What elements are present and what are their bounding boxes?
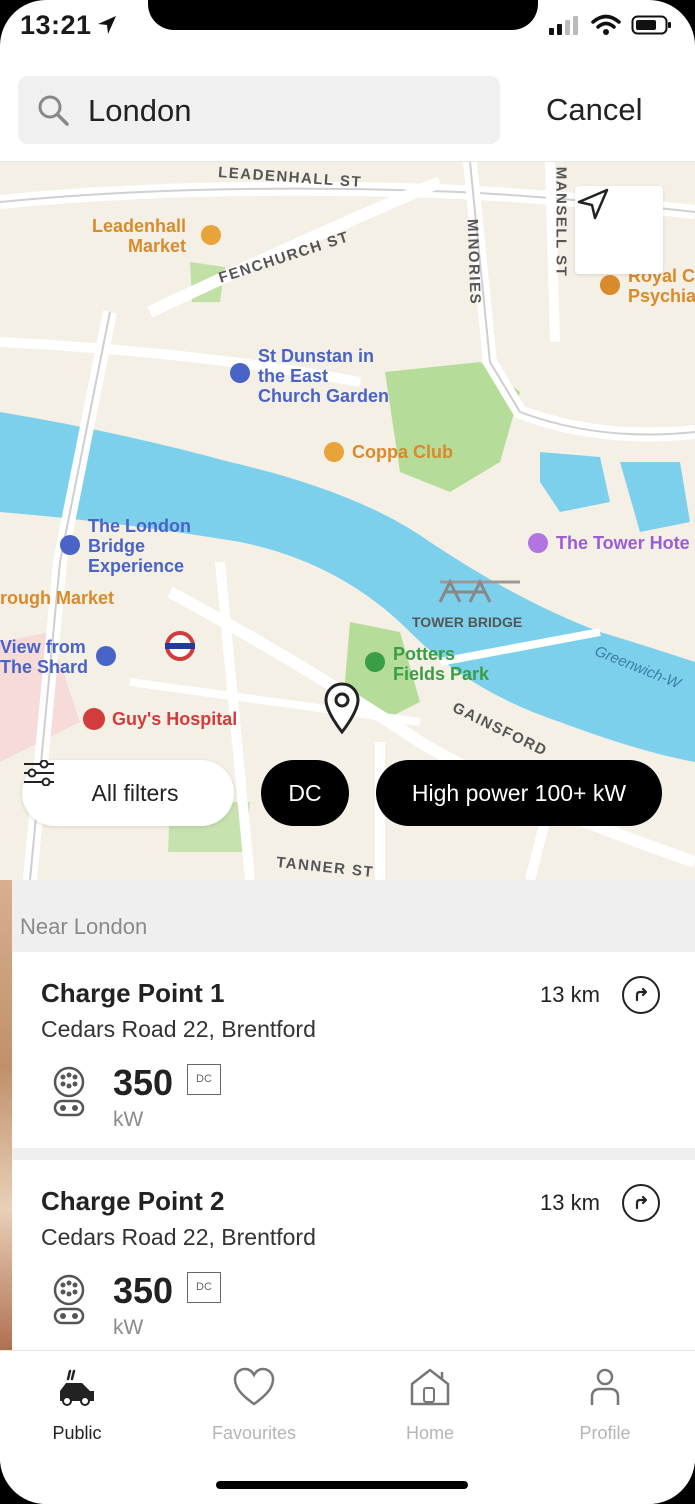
locate-me-button[interactable] (575, 186, 663, 274)
status-icons (547, 14, 673, 36)
all-filters-button[interactable]: All filters (22, 760, 234, 826)
charge-point-distance: 13 km (540, 1190, 600, 1215)
map-label-road: MINORIES (463, 218, 484, 306)
map-label-road: MANSELL ST (552, 166, 570, 278)
map-label-potters-fields: Potters Fields Park (393, 644, 490, 684)
map-view[interactable]: LEADENHALL ST FENCHURCH ST MINORIES MANS… (0, 162, 695, 880)
tab-profile[interactable]: Profile (540, 1361, 670, 1444)
results-list[interactable]: Near London Charge Point 1 Cedars Road 2… (0, 880, 695, 1350)
charge-point-address: Cedars Road 22, Brentford (41, 1224, 316, 1250)
search-bar: London Cancel (0, 60, 695, 162)
cancel-button[interactable]: Cancel (546, 92, 643, 128)
tab-label: Home (405, 1423, 454, 1443)
power-unit: kW (113, 1316, 144, 1339)
map-label-leadenhall: Leadenhall Market (92, 216, 187, 256)
home-indicator (216, 1481, 468, 1489)
filter-dc-label: DC (288, 779, 322, 806)
map-label-borough-market: rough Market (0, 588, 115, 608)
filter-dc-chip[interactable]: DC (261, 760, 349, 826)
charge-point-name: Charge Point 1 (41, 978, 225, 1008)
tab-home[interactable]: Home (365, 1361, 495, 1444)
list-heading: Near London (20, 914, 148, 939)
notch (148, 0, 538, 30)
current-type-badge: DC (187, 1272, 221, 1303)
map-label-guys-hospital: Guy's Hospital (112, 709, 238, 729)
app-screen: 13:21 London Cancel LEADENHALL ST FENCHU… (0, 0, 695, 1504)
power-unit: kW (113, 1108, 144, 1131)
background-photo-edge (0, 880, 12, 1350)
navigation-arrow-icon (577, 188, 609, 220)
car-charging-icon (12, 1361, 142, 1413)
signal-icon (549, 16, 578, 35)
tab-label: Public (52, 1423, 102, 1443)
search-icon (36, 93, 70, 132)
battery-icon (631, 15, 671, 35)
status-bar: 13:21 (0, 0, 695, 58)
directions-icon[interactable] (622, 1184, 660, 1222)
ccs-plug-icon (50, 1066, 88, 1123)
charge-point-distance: 13 km (540, 982, 600, 1007)
charge-point-card[interactable]: Charge Point 1 Cedars Road 22, Brentford… (10, 952, 695, 1148)
directions-icon[interactable] (622, 976, 660, 1014)
filter-high-power-label: High power 100+ kW (411, 779, 627, 806)
map-label-tower-hotel: The Tower Hote (556, 533, 690, 553)
map-label-view-shard: View from The Shard (0, 637, 89, 677)
charge-point-power: 350 (113, 1062, 174, 1103)
all-filters-label: All filters (91, 779, 179, 806)
map-label-tower-bridge: TOWER BRIDGE (412, 614, 523, 630)
tab-label: Profile (579, 1423, 631, 1443)
status-time: 13:21 (20, 10, 92, 40)
search-value: London (88, 93, 192, 128)
filter-high-power-chip[interactable]: High power 100+ kW (376, 760, 662, 826)
charge-point-power: 350 (113, 1270, 174, 1311)
tab-public[interactable]: Public (12, 1361, 142, 1444)
charge-point-address: Cedars Road 22, Brentford (41, 1016, 316, 1042)
heart-icon (189, 1361, 319, 1413)
home-charger-icon (365, 1361, 495, 1413)
location-arrow-icon (96, 14, 118, 41)
map-label-london-bridge: The London Bridge Experience (88, 516, 191, 576)
current-type-badge: DC (187, 1064, 221, 1095)
search-input[interactable]: London (18, 76, 500, 144)
charge-point-card[interactable]: Charge Point 2 Cedars Road 22, Brentford… (10, 1160, 695, 1350)
charge-point-name: Charge Point 2 (41, 1186, 225, 1216)
person-icon (540, 1361, 670, 1413)
map-label-coppa-club: Coppa Club (352, 442, 453, 462)
map-pin-icon[interactable] (323, 682, 361, 736)
wifi-icon (591, 14, 621, 35)
ccs-plug-icon (50, 1274, 88, 1331)
map-label-st-dunstan: St Dunstan in the East Church Garden (258, 346, 390, 406)
tab-favourites[interactable]: Favourites (189, 1361, 319, 1444)
tab-label: Favourites (211, 1423, 297, 1443)
